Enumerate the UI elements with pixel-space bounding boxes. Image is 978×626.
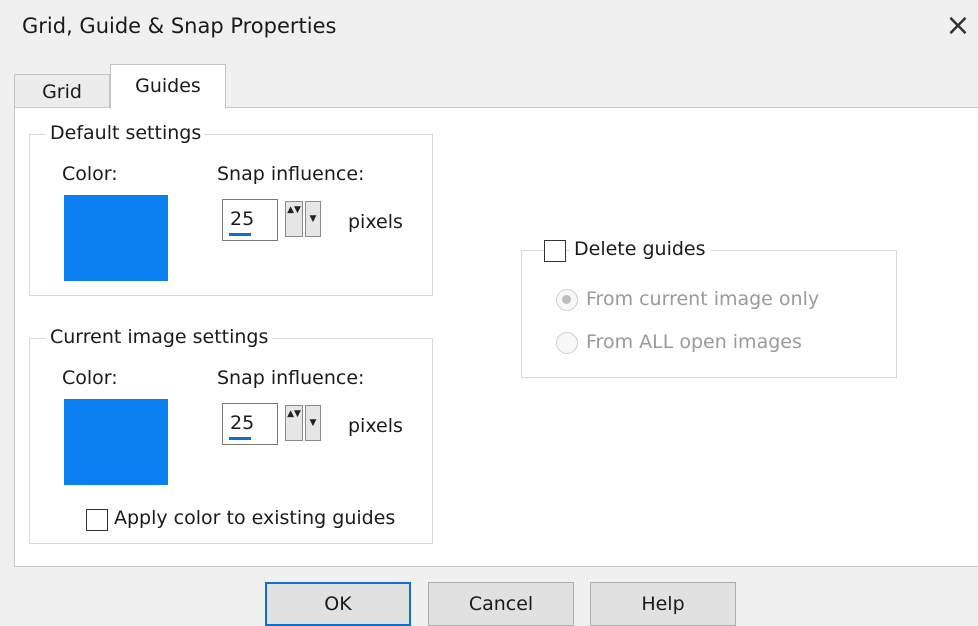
window-title: Grid, Guide & Snap Properties: [22, 14, 337, 38]
apply-color-checkbox[interactable]: [86, 509, 108, 531]
spin-up-down-icon[interactable]: ▲▼: [285, 201, 303, 237]
radio-current-image-label[interactable]: From current image only: [586, 288, 819, 310]
close-icon[interactable]: ×: [940, 8, 976, 44]
current-color-swatch[interactable]: [64, 399, 168, 485]
tab-guides[interactable]: Guides: [110, 64, 226, 109]
default-snap-label: Snap influence:: [217, 163, 365, 185]
current-snap-label: Snap influence:: [217, 367, 365, 389]
tab-grid[interactable]: Grid: [14, 74, 110, 108]
delete-guides-label[interactable]: Delete guides: [570, 238, 710, 260]
help-button[interactable]: Help: [590, 582, 736, 626]
current-settings-legend: Current image settings: [46, 326, 273, 348]
dropdown-arrow-icon[interactable]: ▼: [305, 405, 321, 441]
delete-guides-group: Delete guides From current image only Fr…: [521, 238, 897, 378]
delete-guides-checkbox[interactable]: [544, 240, 566, 262]
current-snap-unit: pixels: [348, 415, 403, 437]
default-snap-input[interactable]: 25: [222, 199, 278, 241]
default-snap-spinner: 25 ▲▼ ▼: [222, 199, 332, 243]
current-snap-spinner: 25 ▲▼ ▼: [222, 403, 332, 447]
cancel-button[interactable]: Cancel: [428, 582, 574, 626]
ok-button[interactable]: OK: [265, 582, 411, 626]
radio-all-images[interactable]: [556, 332, 578, 354]
current-color-label: Color:: [62, 367, 118, 389]
title-bar: Grid, Guide & Snap Properties ×: [0, 0, 978, 56]
radio-current-image[interactable]: [556, 289, 578, 311]
default-snap-value: 25: [230, 208, 255, 230]
current-snap-underline: [229, 437, 251, 440]
default-settings-legend: Default settings: [46, 122, 206, 144]
current-settings-group: Current image settings Color: Snap influ…: [29, 326, 433, 544]
radio-selected-dot: [562, 295, 571, 304]
radio-all-images-label[interactable]: From ALL open images: [586, 331, 802, 353]
dropdown-arrow-icon[interactable]: ▼: [305, 201, 321, 237]
default-snap-underline: [229, 233, 251, 236]
default-settings-group: Default settings Color: Snap influence: …: [29, 122, 433, 296]
current-snap-value: 25: [230, 412, 255, 434]
guides-panel: Default settings Color: Snap influence: …: [14, 107, 978, 567]
default-snap-unit: pixels: [348, 211, 403, 233]
spin-up-down-icon[interactable]: ▲▼: [285, 405, 303, 441]
default-color-label: Color:: [62, 163, 118, 185]
apply-color-label[interactable]: Apply color to existing guides: [114, 507, 395, 529]
default-color-swatch[interactable]: [64, 195, 168, 281]
current-snap-input[interactable]: 25: [222, 403, 278, 445]
